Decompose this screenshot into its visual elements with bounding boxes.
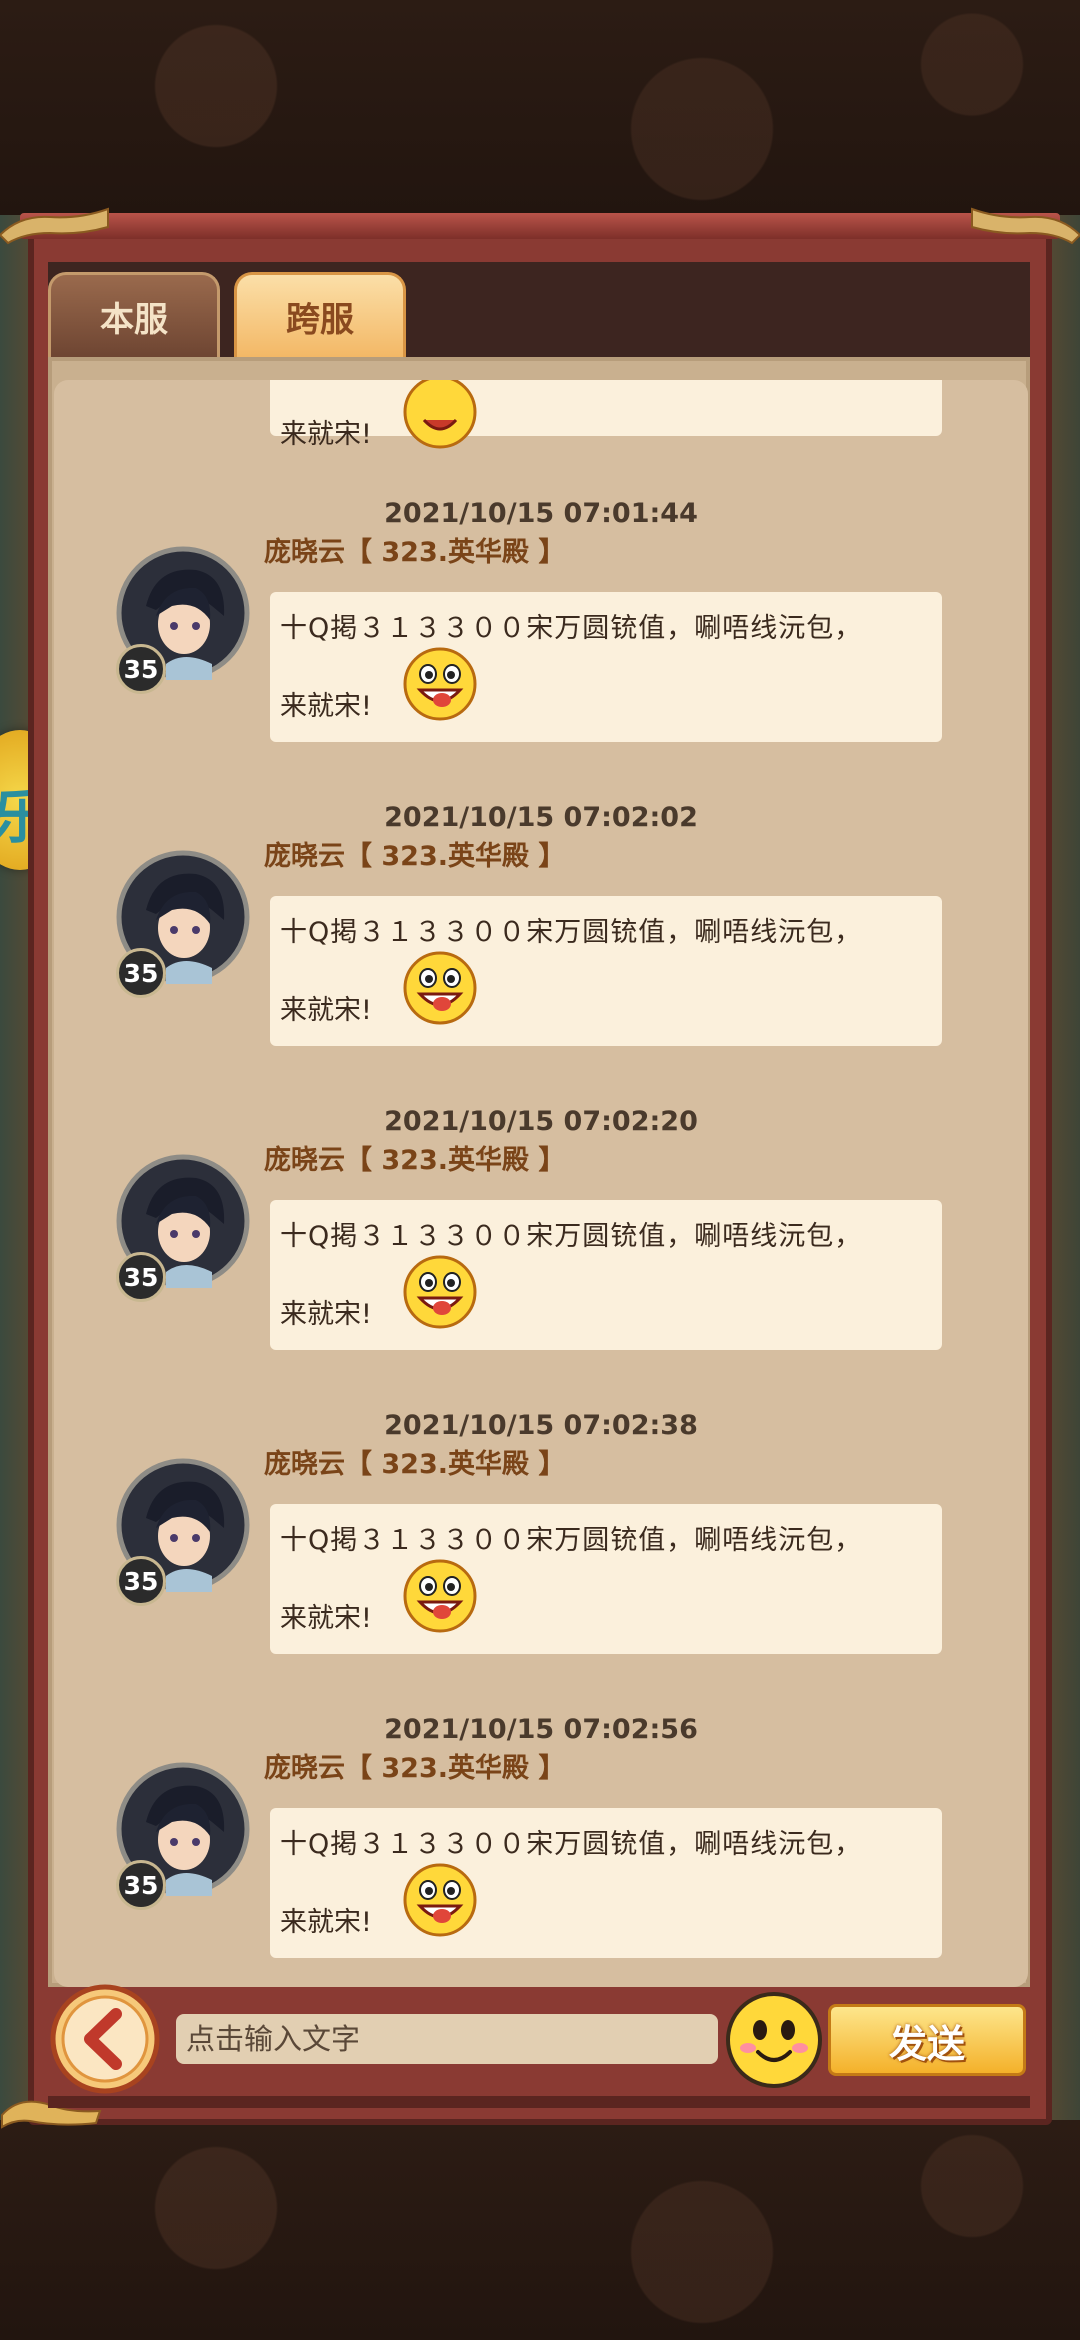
- background-top: [0, 0, 1080, 215]
- message-text-line2: 来就宋!: [280, 691, 372, 722]
- level-badge: 35: [116, 948, 166, 998]
- message-text-line1: 十Q掲３１３３００宋万圆铳值，唰唔线沅包，: [280, 1221, 863, 1252]
- message-timestamp: 2021/10/15 07:02:20: [384, 1106, 698, 1137]
- frame-top-bar: [20, 213, 1060, 239]
- message-timestamp: 2021/10/15 07:01:44: [384, 498, 698, 529]
- chat-bubble: 十Q掲３１３３００宋万圆铳值，唰唔线沅包， 来就宋!: [270, 1504, 942, 1654]
- level-badge: 35: [116, 1252, 166, 1302]
- message-text-line2: 来就宋!: [280, 995, 372, 1026]
- chat-bubble: 十Q掲３１３３００宋万圆铳值，唰唔线沅包， 来就宋!: [270, 1808, 942, 1958]
- sender-name[interactable]: 庞晓云【 323.英华殿 】: [264, 834, 565, 873]
- message-text-line1: 十Q掲３１３３００宋万圆铳值，唰唔线沅包，: [280, 1829, 863, 1860]
- frame-corner-ornament-right: [971, 207, 1080, 245]
- message-text-line1: 十Q掲３１３３００宋万圆铳值，唰唔线沅包，: [280, 917, 863, 948]
- chat-bubble-partial: 来就宋!: [270, 380, 942, 450]
- level-badge: 35: [116, 1556, 166, 1606]
- message-text-line2: 来就宋!: [280, 1299, 372, 1330]
- message-timestamp: 2021/10/15 07:02:02: [384, 802, 698, 833]
- sender-name[interactable]: 庞晓云【 323.英华殿 】: [264, 1138, 565, 1177]
- level-badge: 35: [116, 1860, 166, 1910]
- send-button[interactable]: 发送: [828, 2004, 1026, 2076]
- tongue-out-face-icon: [403, 1863, 477, 1937]
- chat-bubble: 十Q掲３１３３００宋万圆铳值，唰唔线沅包， 来就宋!: [270, 896, 942, 1046]
- chat-bubble: 十Q掲３１３３００宋万圆铳值，唰唔线沅包， 来就宋!: [270, 1200, 942, 1350]
- chat-input[interactable]: 点击输入文字: [176, 2014, 718, 2064]
- level-badge: 35: [116, 644, 166, 694]
- sender-name[interactable]: 庞晓云【 323.英华殿 】: [264, 530, 565, 569]
- smiley-face-icon[interactable]: [724, 1990, 824, 2090]
- message-text-line2: 来就宋!: [280, 1603, 372, 1634]
- tab-local-server[interactable]: 本服: [48, 272, 220, 357]
- tab-cross-server[interactable]: 跨服: [234, 272, 406, 357]
- message-text-line1: 十Q掲３１３３００宋万圆铳值，唰唔线沅包，: [280, 613, 863, 644]
- frame-corner-ornament-left: [0, 207, 109, 245]
- frame-bottom-bar: [48, 2096, 1030, 2108]
- message-text-line1: 十Q掲３１３３００宋万圆铳值，唰唔线沅包，: [280, 1525, 863, 1556]
- message-text-line2: 来就宋!: [280, 1907, 372, 1938]
- tongue-out-face-icon: [403, 380, 477, 449]
- tongue-out-face-icon: [403, 1559, 477, 1633]
- tongue-out-face-icon: [403, 647, 477, 721]
- chat-bubble: 十Q掲３１３３００宋万圆铳值，唰唔线沅包， 来就宋!: [270, 592, 942, 742]
- chat-message-list[interactable]: 来就宋! 2021/10/15 07:01:44 35 庞晓云【 323.英华殿…: [54, 380, 1028, 1987]
- background-bottom: [0, 2120, 1080, 2340]
- message-text-line2: 来就宋!: [280, 419, 372, 450]
- chevron-left-icon[interactable]: [50, 1984, 160, 2094]
- sender-name[interactable]: 庞晓云【 323.英华殿 】: [264, 1746, 565, 1785]
- tongue-out-face-icon: [403, 951, 477, 1025]
- message-timestamp: 2021/10/15 07:02:38: [384, 1410, 698, 1441]
- tongue-out-face-icon: [403, 1255, 477, 1329]
- sender-name[interactable]: 庞晓云【 323.英华殿 】: [264, 1442, 565, 1481]
- message-timestamp: 2021/10/15 07:02:56: [384, 1714, 698, 1745]
